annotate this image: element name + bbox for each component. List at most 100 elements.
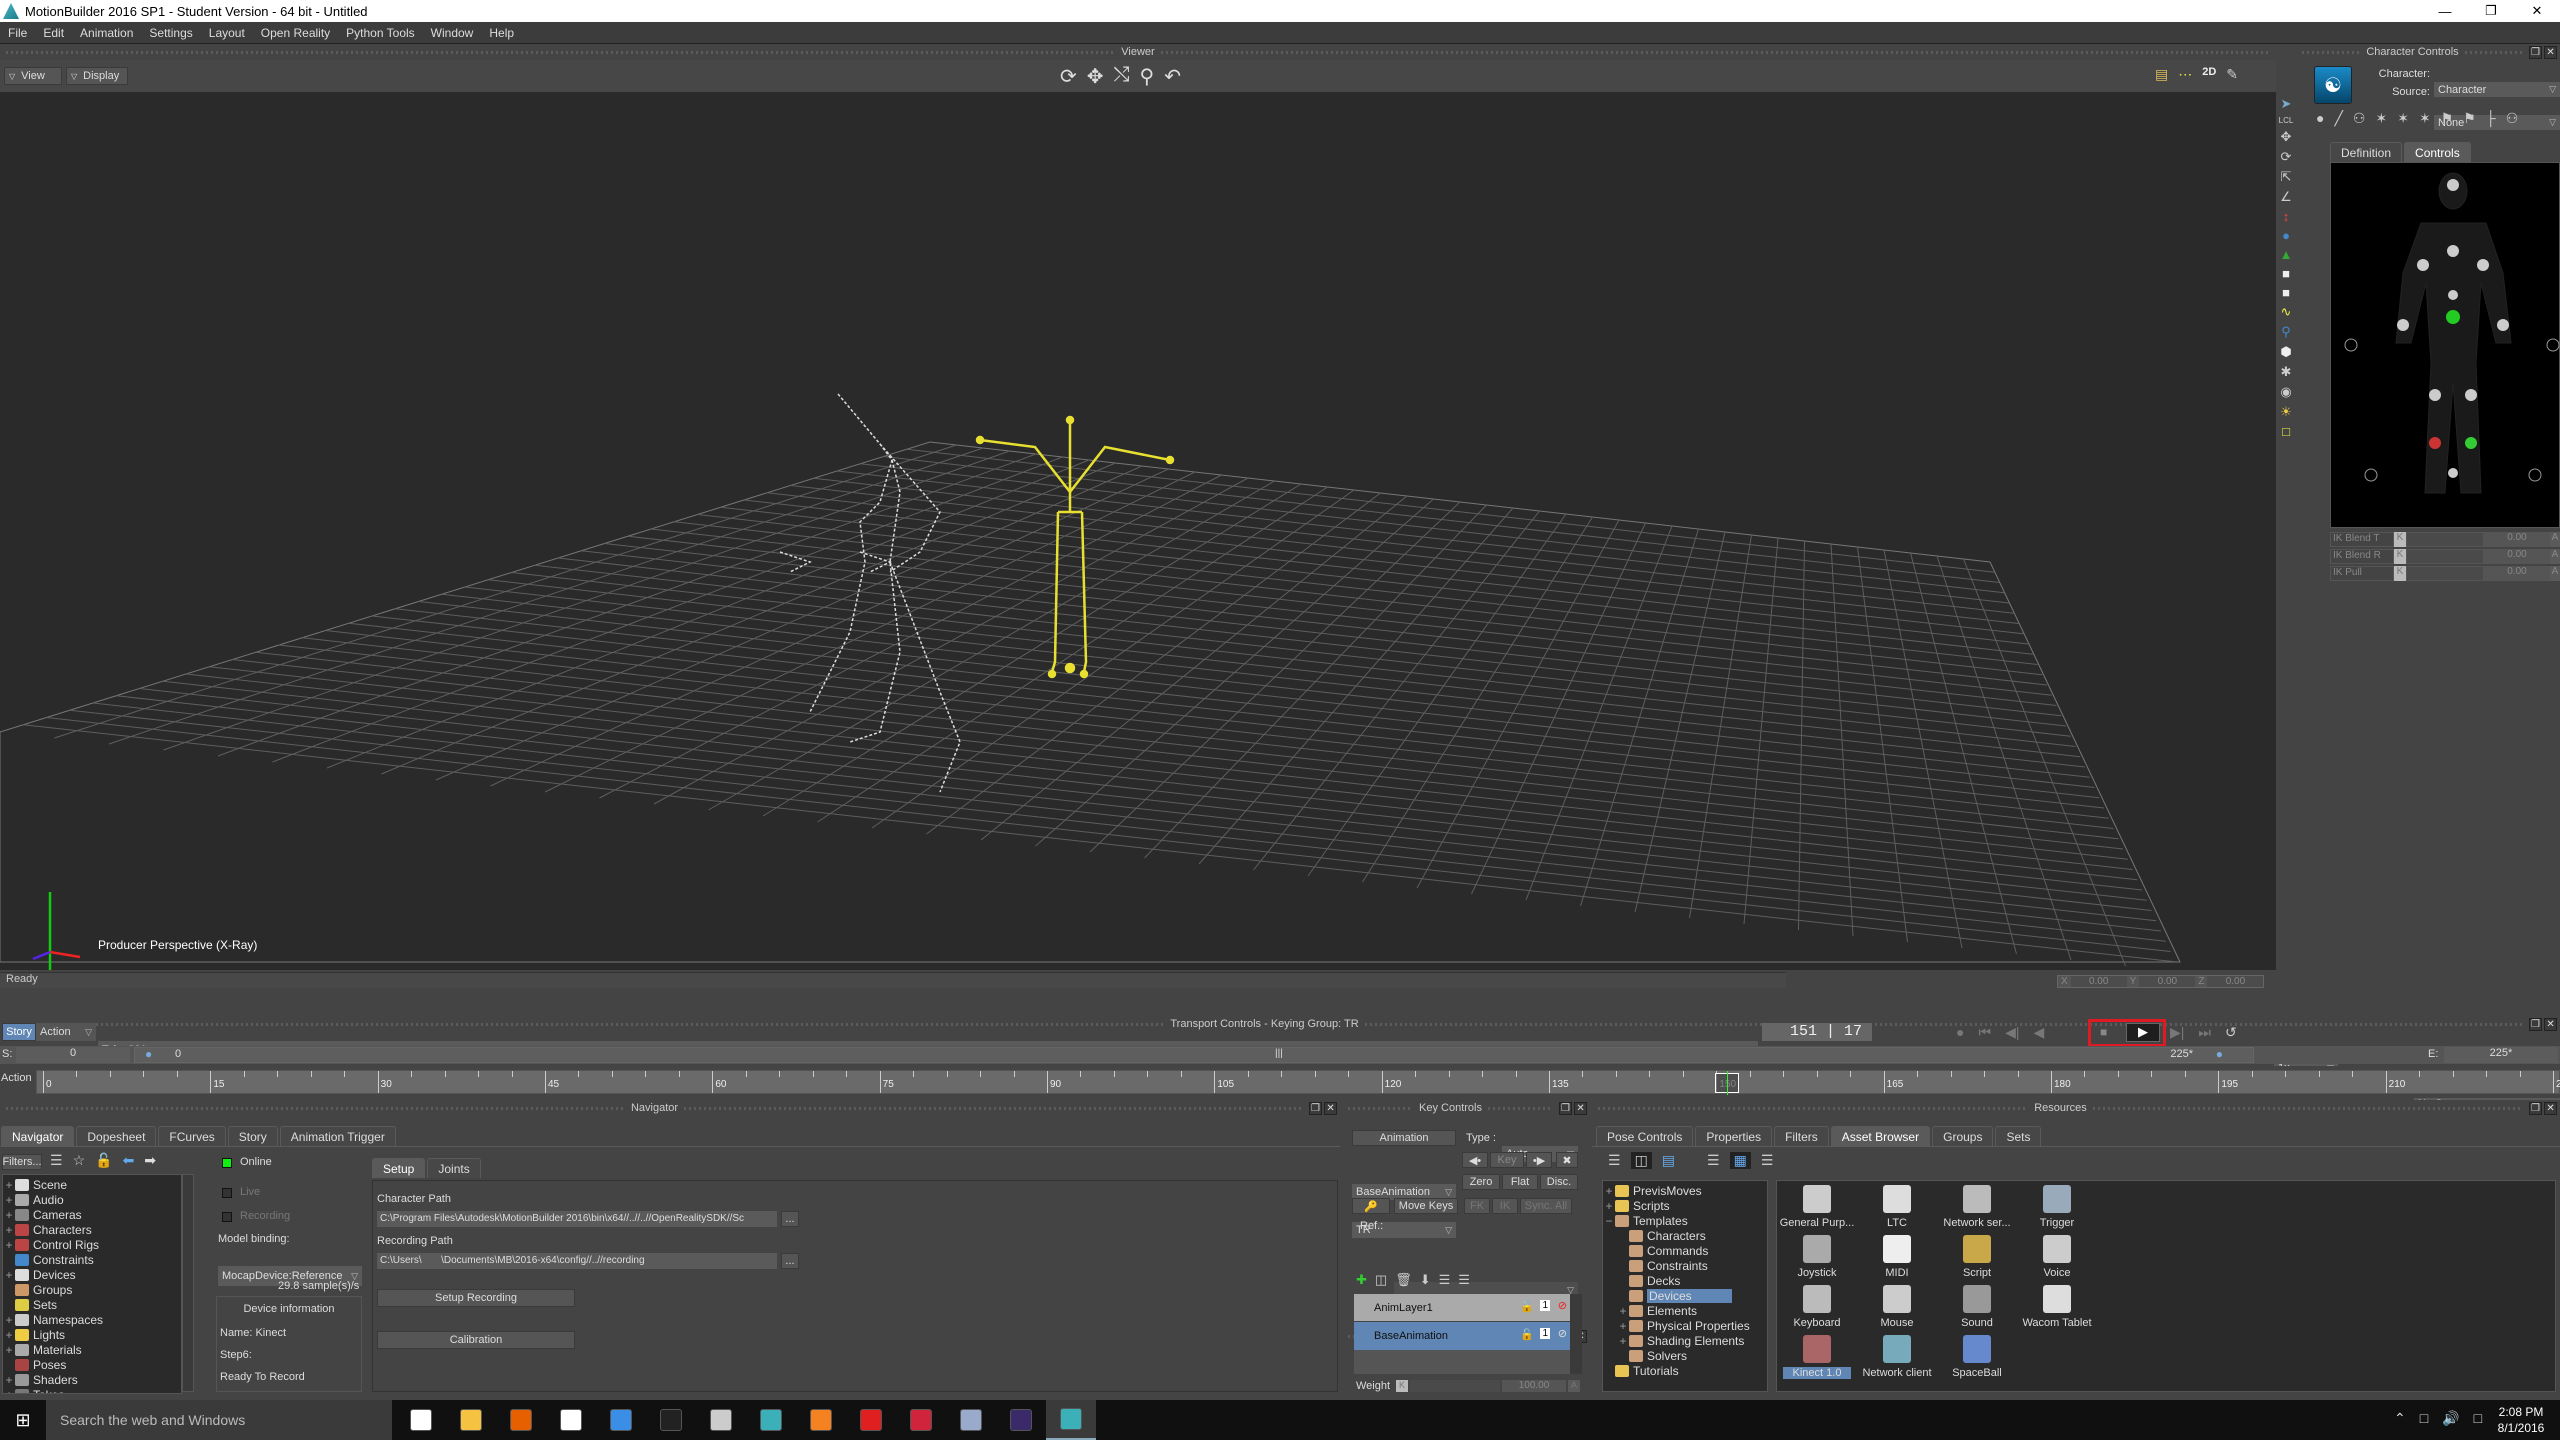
tree-item[interactable]: − Templates xyxy=(1603,1213,1767,1228)
tree-item[interactable]: Poses xyxy=(3,1357,181,1372)
flat-button[interactable]: Flat xyxy=(1502,1174,1538,1190)
key-button[interactable]: K xyxy=(2394,532,2406,547)
skeleton-icon[interactable]: ⚇ xyxy=(2353,110,2366,127)
asset-item[interactable]: Network client xyxy=(1857,1335,1937,1385)
volume-icon[interactable]: 🔊 xyxy=(2442,1410,2459,1427)
tree-item[interactable]: Groups xyxy=(3,1282,181,1297)
prev-key-button[interactable]: ◀• xyxy=(1462,1152,1488,1168)
tree-item[interactable]: + Takes xyxy=(3,1387,181,1394)
menu-python-tools[interactable]: Python Tools xyxy=(338,26,423,40)
pin-icon[interactable]: ⚲ xyxy=(2281,324,2291,340)
menu-settings[interactable]: Settings xyxy=(141,26,200,40)
display-menu-button[interactable]: ▽ Display xyxy=(66,67,128,85)
weight-key-button[interactable]: K xyxy=(1396,1380,1408,1392)
prev-key-icon[interactable]: ◀| xyxy=(2005,1024,2019,1041)
anim-button[interactable]: A xyxy=(2550,566,2560,581)
tab-dopesheet[interactable]: Dopesheet xyxy=(76,1126,157,1146)
select-icon[interactable]: ➤ xyxy=(2281,96,2292,112)
key-button[interactable]: K xyxy=(2394,566,2406,581)
app-e-taskbar-button[interactable] xyxy=(896,1400,946,1440)
curve-icon[interactable]: ∿ xyxy=(2281,304,2292,320)
weight-slider[interactable] xyxy=(1410,1380,1500,1392)
control-panel-taskbar-button[interactable] xyxy=(596,1400,646,1440)
character-path-field[interactable]: C:\Program Files\Autodesk\MotionBuilder … xyxy=(377,1211,777,1227)
fk-button[interactable]: FK xyxy=(1464,1198,1490,1214)
asset-item[interactable]: Network ser... xyxy=(1937,1185,2017,1235)
asset-item[interactable]: Wacom Tablet xyxy=(2017,1285,2097,1335)
key-button[interactable]: Key xyxy=(1490,1152,1524,1168)
expand-icon[interactable]: + xyxy=(3,1373,15,1387)
tree-scrollbar[interactable] xyxy=(182,1174,194,1392)
body-part-icon[interactable]: ✶ xyxy=(2375,110,2387,127)
expand-icon[interactable]: + xyxy=(3,1388,15,1394)
action-dropdown[interactable]: Action xyxy=(36,1023,96,1041)
grid-icon[interactable]: ▦ xyxy=(1729,1152,1751,1169)
sync-all-button[interactable]: Sync. All xyxy=(1520,1198,1572,1214)
minimize-button[interactable]: — xyxy=(2422,0,2468,22)
full-body-icon[interactable]: ✶ xyxy=(2397,110,2409,127)
frame-counter[interactable]: 151 | 17 xyxy=(1762,1023,1872,1041)
object-pick-icon[interactable]: ● xyxy=(2282,228,2290,243)
menu-open-reality[interactable]: Open Reality xyxy=(253,26,338,40)
float-icon[interactable]: ❐ xyxy=(2529,45,2543,59)
tab-sets[interactable]: Sets xyxy=(1995,1126,2042,1146)
layers-scrollbar[interactable] xyxy=(1570,1294,1582,1374)
anim-button[interactable]: A xyxy=(2550,549,2560,564)
menu-file[interactable]: File xyxy=(0,26,35,40)
tree-item[interactable]: + Control Rigs xyxy=(3,1237,181,1252)
slider-track[interactable] xyxy=(2406,566,2484,581)
goto-start-icon[interactable]: ⏮ xyxy=(1978,1024,1991,1041)
weight-value[interactable]: 100.00 xyxy=(1502,1380,1566,1392)
expand-icon[interactable]: + xyxy=(3,1193,15,1207)
next-frame-icon[interactable]: ▶| xyxy=(2170,1024,2184,1041)
close-icon[interactable]: ✕ xyxy=(1574,1101,1588,1115)
command-prompt-taskbar-button[interactable] xyxy=(646,1400,696,1440)
tree-item[interactable]: Sets xyxy=(3,1297,181,1312)
tree-item[interactable]: + Namespaces xyxy=(3,1312,181,1327)
live-checkbox[interactable] xyxy=(222,1188,232,1198)
stiffness-icon[interactable]: ∠ xyxy=(2280,189,2292,205)
asterisk-icon[interactable]: ✱ xyxy=(2281,364,2292,380)
mute-icon[interactable]: ⊘ xyxy=(1558,1327,1567,1340)
expand-icon[interactable]: + xyxy=(1603,1199,1615,1213)
resource-monitor-taskbar-button[interactable] xyxy=(696,1400,746,1440)
tab-animation-trigger[interactable]: Animation Trigger xyxy=(279,1126,396,1146)
tab-definition[interactable]: Definition xyxy=(2330,142,2403,162)
manipulator-icon[interactable]: ↕ xyxy=(2283,209,2290,224)
orbit-icon[interactable]: ⟳ xyxy=(1060,64,1077,89)
paint-taskbar-button[interactable] xyxy=(946,1400,996,1440)
move-down-layer-icon[interactable]: ☰ xyxy=(1458,1272,1470,1288)
float-icon[interactable]: ❐ xyxy=(2529,1101,2543,1115)
record-icon[interactable]: ● xyxy=(1956,1024,1964,1040)
favorite-icon[interactable]: ☆ xyxy=(73,1152,86,1169)
local-icon[interactable]: LCL xyxy=(2279,116,2294,125)
play-button[interactable]: ▶ xyxy=(2126,1023,2160,1042)
tree-item[interactable]: Decks xyxy=(1603,1273,1767,1288)
clock[interactable]: 2:08 PM 8/1/2016 xyxy=(2490,1404,2552,1436)
release-icon[interactable]: ├ xyxy=(2486,110,2496,127)
tab-joints[interactable]: Joints xyxy=(427,1158,481,1178)
asset-item[interactable]: General Purp... xyxy=(1777,1185,1857,1235)
notifications-icon[interactable]: □ xyxy=(2474,1410,2482,1427)
scale-icon[interactable]: ⇱ xyxy=(2281,169,2292,185)
tab-filters[interactable]: Filters xyxy=(1774,1126,1829,1146)
layer-row[interactable]: BaseAnimation 🔓 1 ⊘ xyxy=(1354,1322,1570,1350)
trajectory-icon[interactable]: ⋯ xyxy=(2178,66,2192,83)
expand-icon[interactable]: + xyxy=(3,1178,15,1192)
maya-taskbar-button[interactable] xyxy=(746,1400,796,1440)
close-button[interactable]: ✕ xyxy=(2514,0,2560,22)
lock-icon[interactable]: 🔓 xyxy=(1520,1328,1534,1341)
slider-value[interactable]: 0.00 xyxy=(2484,532,2550,547)
expand-icon[interactable]: + xyxy=(3,1268,15,1282)
bone-icon[interactable]: ● xyxy=(2316,110,2324,127)
zoom-start-handle-icon[interactable]: ● xyxy=(145,1047,152,1061)
end-frame-field[interactable]: 225* xyxy=(2444,1047,2558,1063)
task-view-taskbar-button[interactable] xyxy=(396,1400,446,1440)
list-view-icon[interactable]: ☰ xyxy=(50,1152,63,1169)
playhead[interactable] xyxy=(1727,1071,1729,1095)
network-icon[interactable]: □ xyxy=(2420,1410,2428,1427)
file-explorer-taskbar-button[interactable] xyxy=(446,1400,496,1440)
light-icon[interactable]: ☀ xyxy=(2280,404,2292,420)
character-menu-button[interactable]: ☯ xyxy=(2314,66,2352,104)
recording-path-field[interactable]: C:\Users\ \Documents\MB\2016-x64\config/… xyxy=(377,1253,777,1269)
